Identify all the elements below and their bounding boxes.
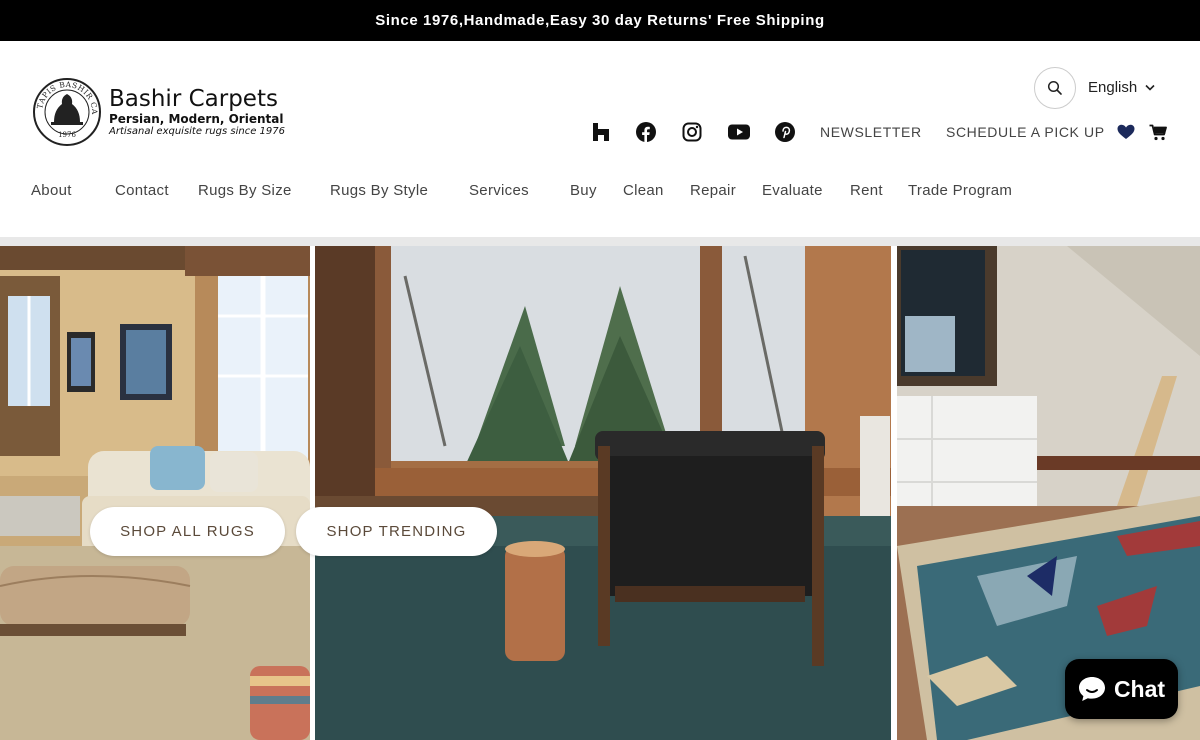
brand-text: Bashir Carpets Persian, Modern, Oriental… <box>109 86 285 138</box>
hero-image-living-room <box>0 246 310 740</box>
houzz-link[interactable] <box>590 119 612 145</box>
nav-trade-program[interactable]: Trade Program <box>908 182 1012 199</box>
nav-buy[interactable]: Buy <box>570 182 597 199</box>
search-icon <box>1047 80 1062 95</box>
brand-seal-icon: TAPIS BASHIR CARPETS 1976 <box>32 77 101 146</box>
shop-trending-button[interactable]: SHOP TRENDING <box>296 507 497 556</box>
chat-label: Chat <box>1113 675 1166 702</box>
instagram-link[interactable] <box>680 119 704 145</box>
cart-icon <box>1149 124 1167 140</box>
seal-year: 1976 <box>58 131 76 139</box>
nav-contact[interactable]: Contact <box>115 182 169 199</box>
youtube-icon <box>728 124 750 140</box>
site-header: TAPIS BASHIR CARPETS 1976 Bashir Carpets… <box>0 41 1200 237</box>
nav-repair[interactable]: Repair <box>690 182 736 199</box>
pinterest-icon <box>775 122 795 142</box>
youtube-link[interactable] <box>726 119 752 145</box>
search-button[interactable] <box>1034 67 1076 109</box>
announcement-bar: Since 1976,Handmade,Easy 30 day Returns'… <box>0 0 1200 41</box>
nav-clean[interactable]: Clean <box>623 182 664 199</box>
chat-button[interactable]: Chat <box>1065 659 1178 719</box>
brand-subtagline: Artisanal exquisite rugs since 1976 <box>109 126 285 137</box>
header-divider <box>0 237 1200 246</box>
nav-rugs-by-style[interactable]: Rugs By Style <box>330 182 428 199</box>
schedule-pickup-link[interactable]: SCHEDULE A PICK UP <box>946 119 1105 145</box>
instagram-icon <box>682 122 702 142</box>
newsletter-label: NEWSLETTER <box>820 124 922 140</box>
newsletter-link[interactable]: NEWSLETTER <box>820 119 922 145</box>
facebook-link[interactable] <box>634 119 658 145</box>
chevron-down-icon <box>1145 84 1155 91</box>
shop-all-rugs-button[interactable]: SHOP ALL RUGS <box>90 507 285 556</box>
pinterest-link[interactable] <box>773 119 797 145</box>
heart-icon <box>1117 124 1135 139</box>
announcement-text: Since 1976,Handmade,Easy 30 day Returns'… <box>375 12 825 29</box>
houzz-icon <box>593 123 609 141</box>
nav-services[interactable]: Services <box>469 182 529 199</box>
hero-gallery <box>0 246 1200 740</box>
language-label: English <box>1088 79 1138 96</box>
nav-evaluate[interactable]: Evaluate <box>762 182 823 199</box>
facebook-icon <box>636 122 656 142</box>
nav-about[interactable]: About <box>31 182 72 199</box>
hero-image-window-chair <box>315 246 891 740</box>
shop-all-rugs-label: SHOP ALL RUGS <box>120 523 255 540</box>
chat-bubble-icon <box>1078 677 1105 701</box>
main-nav: About Contact Rugs By Size Rugs By Style… <box>0 182 1200 204</box>
nav-rent[interactable]: Rent <box>850 182 883 199</box>
brand-name: Bashir Carpets <box>109 86 278 112</box>
brand-tagline: Persian, Modern, Oriental <box>109 112 284 126</box>
schedule-pickup-label: SCHEDULE A PICK UP <box>946 124 1105 140</box>
shop-trending-label: SHOP TRENDING <box>326 523 467 540</box>
brand-logo[interactable]: TAPIS BASHIR CARPETS 1976 Bashir Carpets… <box>32 77 285 147</box>
nav-rugs-by-size[interactable]: Rugs By Size <box>198 182 292 199</box>
cart-button[interactable] <box>1147 119 1169 145</box>
language-selector[interactable]: English <box>1088 79 1155 96</box>
wishlist-button[interactable] <box>1116 119 1136 145</box>
